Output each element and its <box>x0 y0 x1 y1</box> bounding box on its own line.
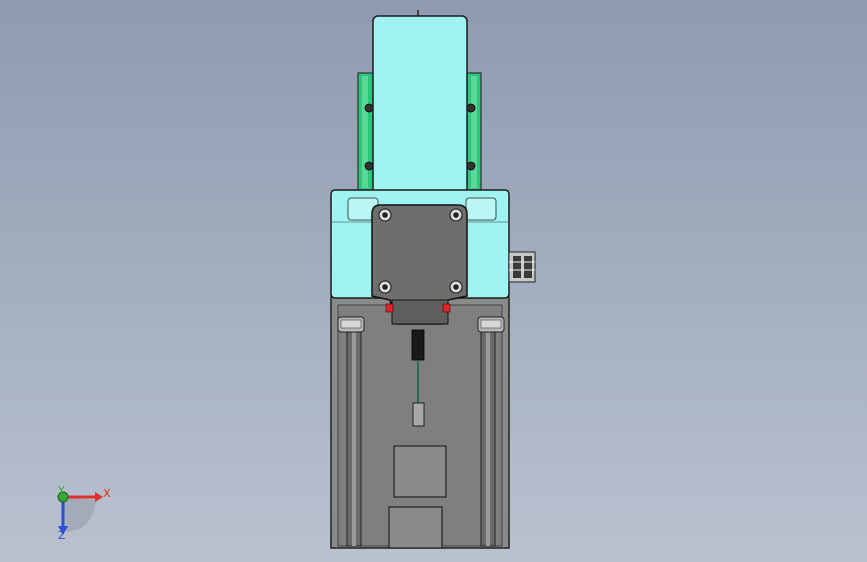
x-axis-label: X <box>103 487 111 500</box>
cad-graphics-viewport[interactable]: X Y Z <box>0 0 867 562</box>
rod-cap-right <box>477 316 505 333</box>
red-seal-right <box>442 303 451 313</box>
side-connector[interactable] <box>508 251 536 283</box>
model-view[interactable] <box>0 0 867 562</box>
upper-slide[interactable] <box>357 10 482 199</box>
y-axis-label: Y <box>58 484 65 497</box>
rod-cap-left <box>337 316 365 333</box>
z-axis-label: Z <box>58 529 66 542</box>
red-seal-left <box>385 303 394 313</box>
